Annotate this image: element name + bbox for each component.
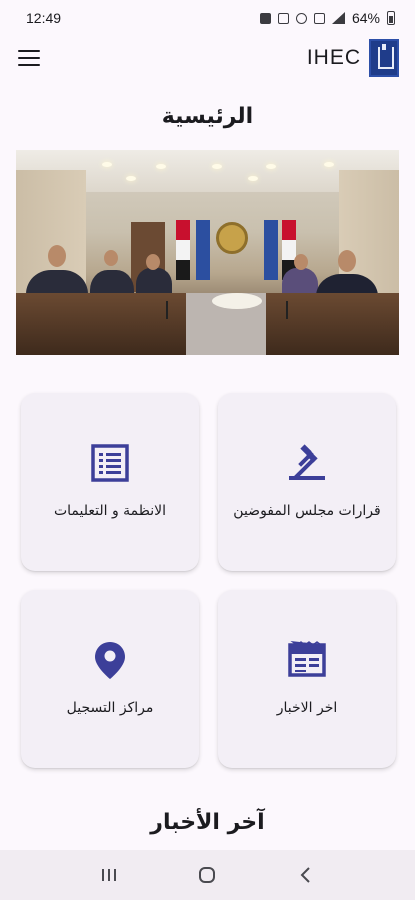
card-regulations[interactable]: الانظمة و التعليمات xyxy=(21,393,199,571)
card-commission-decisions[interactable]: قرارات مجلس المفوضين xyxy=(218,393,396,571)
location-pin-icon xyxy=(95,642,125,679)
battery-percent: 64% xyxy=(351,10,380,26)
hamburger-menu-icon[interactable] xyxy=(18,50,40,66)
hero-image xyxy=(16,150,399,355)
signal-icon xyxy=(331,12,345,24)
list-document-icon xyxy=(91,444,129,482)
card-label: مراكز التسجيل xyxy=(66,700,154,716)
ihec-logo-icon xyxy=(369,39,399,77)
status-icons: 64% xyxy=(259,10,395,26)
card-label: قرارات مجلس المفوضين xyxy=(233,503,381,519)
hotspot-icon xyxy=(295,12,307,24)
card-label: اخر الاخبار xyxy=(276,700,338,716)
app-bar: IHEC xyxy=(0,36,415,80)
page-title: الرئيسية xyxy=(161,104,254,129)
card-registration-centers[interactable]: مراكز التسجيل xyxy=(21,590,199,768)
battery-icon xyxy=(387,11,395,25)
brand-name: IHEC xyxy=(306,46,361,69)
notification-icon xyxy=(259,12,271,24)
newspaper-icon xyxy=(288,640,326,677)
gavel-icon xyxy=(289,444,325,480)
back-icon[interactable] xyxy=(291,860,321,890)
home-icon[interactable] xyxy=(192,860,222,890)
status-bar: 12:49 64% xyxy=(0,0,415,36)
recents-icon[interactable] xyxy=(94,860,124,890)
card-label: الانظمة و التعليمات xyxy=(53,503,167,519)
status-time: 12:49 xyxy=(26,10,62,26)
data-saver-icon xyxy=(313,12,325,24)
latest-news-heading: آخر الأخبار xyxy=(150,810,265,835)
brand: IHEC xyxy=(307,39,399,77)
card-latest-news[interactable]: اخر الاخبار xyxy=(218,590,396,768)
hero-seal xyxy=(216,222,248,254)
mute-icon xyxy=(277,12,289,24)
system-nav-bar xyxy=(0,850,415,900)
